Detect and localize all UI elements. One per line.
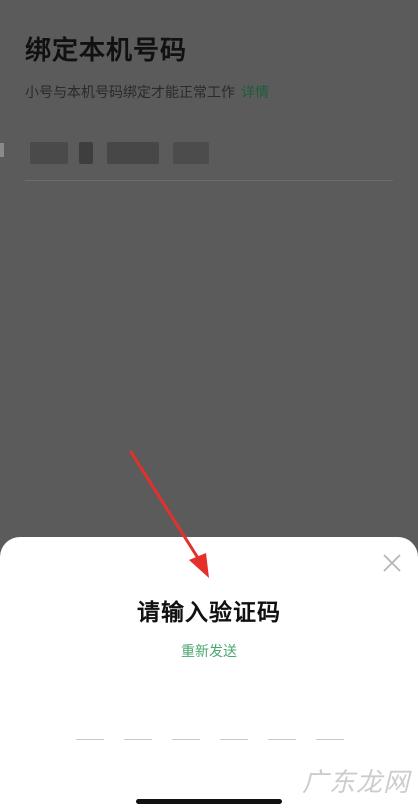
code-slot-6[interactable] <box>316 739 344 740</box>
code-slot-3[interactable] <box>172 739 200 740</box>
blurred-number-part <box>107 142 159 164</box>
code-slot-1[interactable] <box>76 739 104 740</box>
code-slot-5[interactable] <box>268 739 296 740</box>
page-subtitle: 小号与本机号码绑定才能正常工作 详情 <box>25 82 269 102</box>
close-button[interactable] <box>380 551 404 575</box>
blurred-number-part <box>30 142 68 164</box>
home-indicator <box>136 799 282 804</box>
code-slot-4[interactable] <box>220 739 248 740</box>
close-icon <box>383 554 401 572</box>
code-slot-2[interactable] <box>124 739 152 740</box>
edge-marker <box>0 143 4 157</box>
phone-number-field[interactable] <box>25 130 393 181</box>
resend-button[interactable]: 重新发送 <box>0 641 418 661</box>
page-title: 绑定本机号码 <box>25 36 188 66</box>
watermark: 广东龙网 <box>301 768 410 798</box>
details-link[interactable]: 详情 <box>241 85 269 101</box>
verification-title: 请输入验证码 <box>137 600 281 626</box>
subtitle-text: 小号与本机号码绑定才能正常工作 <box>25 85 235 101</box>
code-input-row[interactable] <box>76 739 344 741</box>
blurred-number-part <box>79 142 93 164</box>
blurred-number-part <box>173 142 209 164</box>
